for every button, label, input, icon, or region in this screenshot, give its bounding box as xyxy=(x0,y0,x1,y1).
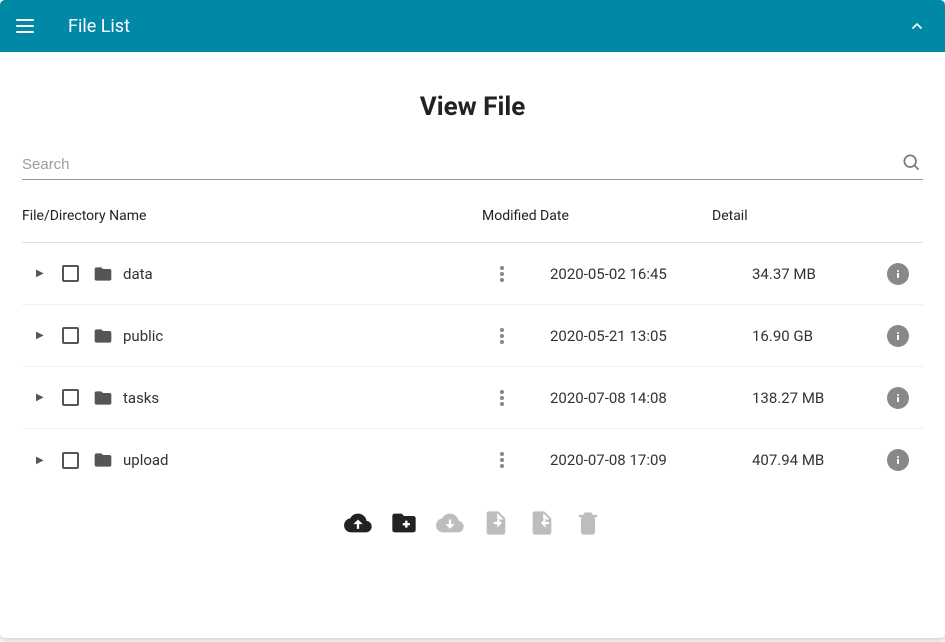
file-size: 16.90 GB xyxy=(722,327,873,345)
chevron-right-icon[interactable]: ▶ xyxy=(36,455,52,466)
info-icon[interactable] xyxy=(887,325,909,347)
info-icon[interactable] xyxy=(887,387,909,409)
file-import-icon xyxy=(482,509,510,537)
modified-date: 2020-05-02 16:45 xyxy=(522,265,722,283)
file-list: ▶ data 2020-05-02 16:45 34.37 MB xyxy=(22,243,923,491)
header-title: File List xyxy=(68,16,905,37)
file-name[interactable]: tasks xyxy=(123,389,159,407)
menu-cell xyxy=(482,324,522,348)
row-checkbox[interactable] xyxy=(62,452,79,469)
table-header: File/Directory Name Modified Date Detail xyxy=(22,208,923,243)
row-checkbox[interactable] xyxy=(62,327,79,344)
name-cell: ▶ tasks xyxy=(22,388,482,408)
search-input[interactable] xyxy=(22,150,923,180)
cloud-upload-icon[interactable] xyxy=(344,509,372,537)
folder-icon xyxy=(93,326,113,346)
name-cell: ▶ public xyxy=(22,326,482,346)
search-wrap xyxy=(22,150,923,180)
table-row: ▶ public 2020-05-21 13:05 16.90 GB xyxy=(22,305,923,367)
file-size: 138.27 MB xyxy=(722,389,873,407)
info-cell xyxy=(873,263,923,285)
file-name[interactable]: public xyxy=(123,327,163,345)
name-cell: ▶ data xyxy=(22,264,482,284)
file-size: 407.94 MB xyxy=(722,451,873,469)
file-size: 34.37 MB xyxy=(722,265,873,283)
file-name[interactable]: upload xyxy=(123,451,169,469)
search-icon[interactable] xyxy=(901,152,921,172)
folder-icon xyxy=(93,264,113,284)
info-icon[interactable] xyxy=(887,449,909,471)
folder-icon xyxy=(93,450,113,470)
info-cell xyxy=(873,449,923,471)
row-checkbox[interactable] xyxy=(62,389,79,406)
file-manager-card: File List View File File/Directory Name … xyxy=(0,0,945,638)
file-export-icon xyxy=(528,509,556,537)
page-title: View File xyxy=(22,92,923,122)
delete-icon xyxy=(574,509,602,537)
more-vert-icon[interactable] xyxy=(496,448,508,472)
modified-date: 2020-05-21 13:05 xyxy=(522,327,722,345)
column-name-header: File/Directory Name xyxy=(22,208,482,224)
chevron-up-icon[interactable] xyxy=(905,14,929,38)
cloud-download-icon xyxy=(436,509,464,537)
table-row: ▶ data 2020-05-02 16:45 34.37 MB xyxy=(22,243,923,305)
modified-date: 2020-07-08 17:09 xyxy=(522,451,722,469)
info-cell xyxy=(873,387,923,409)
hamburger-icon[interactable] xyxy=(16,14,40,38)
more-vert-icon[interactable] xyxy=(496,324,508,348)
modified-date: 2020-07-08 14:08 xyxy=(522,389,722,407)
row-checkbox[interactable] xyxy=(62,265,79,282)
column-detail-header: Detail xyxy=(712,208,923,224)
name-cell: ▶ upload xyxy=(22,450,482,470)
chevron-right-icon[interactable]: ▶ xyxy=(36,268,52,279)
menu-cell xyxy=(482,262,522,286)
more-vert-icon[interactable] xyxy=(496,386,508,410)
chevron-right-icon[interactable]: ▶ xyxy=(36,330,52,341)
action-toolbar xyxy=(22,491,923,549)
chevron-right-icon[interactable]: ▶ xyxy=(36,392,52,403)
app-header: File List xyxy=(0,0,945,52)
info-cell xyxy=(873,325,923,347)
column-modified-header: Modified Date xyxy=(482,208,712,224)
table-row: ▶ upload 2020-07-08 17:09 407.94 MB xyxy=(22,429,923,491)
menu-cell xyxy=(482,386,522,410)
more-vert-icon[interactable] xyxy=(496,262,508,286)
folder-icon xyxy=(93,388,113,408)
table-row: ▶ tasks 2020-07-08 14:08 138.27 MB xyxy=(22,367,923,429)
menu-cell xyxy=(482,448,522,472)
file-name[interactable]: data xyxy=(123,265,153,283)
content-area: View File File/Directory Name Modified D… xyxy=(0,52,945,638)
folder-add-icon[interactable] xyxy=(390,509,418,537)
info-icon[interactable] xyxy=(887,263,909,285)
